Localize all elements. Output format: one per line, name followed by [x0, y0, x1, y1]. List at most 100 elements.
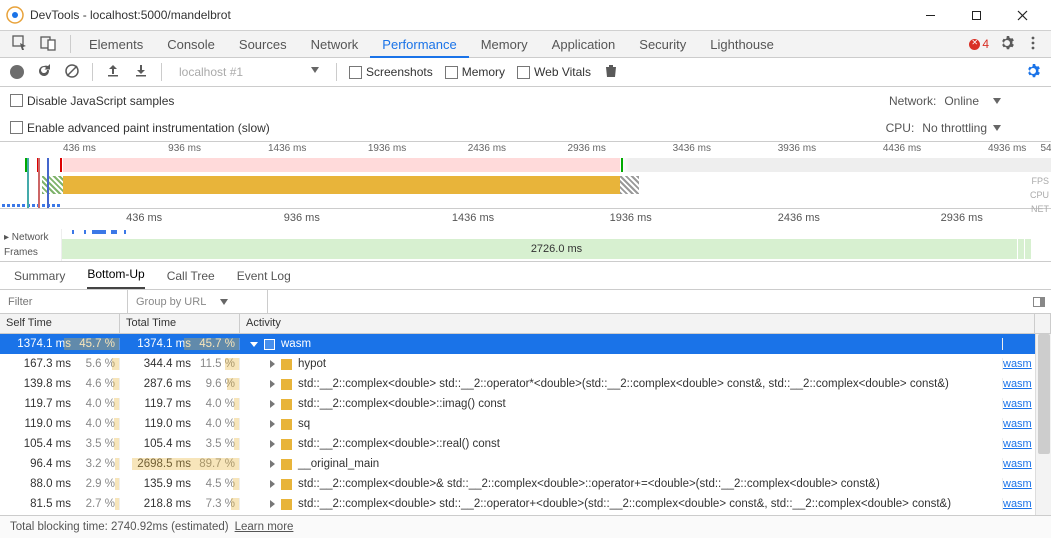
activity-icon [281, 419, 292, 430]
main-tabs: ElementsConsoleSourcesNetworkPerformance… [0, 31, 1051, 58]
disable-js-checkbox[interactable]: Disable JavaScript samples [10, 94, 174, 108]
settings-gear-icon[interactable] [999, 35, 1015, 54]
error-badge[interactable]: 4 [969, 37, 989, 51]
tab-network[interactable]: Network [299, 31, 371, 58]
capture-settings-icon[interactable] [1025, 63, 1041, 82]
network-dropdown[interactable]: Online [944, 94, 1001, 108]
tab-console[interactable]: Console [155, 31, 227, 58]
vertical-scrollbar[interactable] [1035, 334, 1051, 515]
status-footer: Total blocking time: 2740.92ms (estimate… [0, 516, 1051, 538]
subtab-event-log[interactable]: Event Log [237, 269, 291, 289]
disclosure-icon[interactable] [270, 400, 275, 408]
tab-security[interactable]: Security [627, 31, 698, 58]
tab-application[interactable]: Application [540, 31, 628, 58]
performance-toolbar: localhost #1 Screenshots Memory Web Vita… [0, 58, 1051, 87]
timeline-detail[interactable]: 436 ms936 ms1436 ms1936 ms2436 ms2936 ms… [0, 209, 1051, 262]
table-row[interactable]: 139.8 ms4.6 %287.6 ms9.6 %std::__2::comp… [0, 374, 1051, 394]
chevron-down-icon [220, 299, 228, 305]
tab-sources[interactable]: Sources [227, 31, 299, 58]
disclosure-icon[interactable] [250, 342, 258, 347]
table-row[interactable]: 1374.1 ms45.7 %1374.1 ms45.7 %wasm [0, 334, 1051, 354]
close-button[interactable] [999, 0, 1045, 30]
minimize-button[interactable] [907, 0, 953, 30]
activity-text: std::__2::complex<double>& std::__2::com… [298, 478, 880, 490]
table-row[interactable]: 167.3 ms5.6 %344.4 ms11.5 %hypotwasm [0, 354, 1051, 374]
subtab-bottom-up[interactable]: Bottom-Up [87, 267, 144, 289]
tab-lighthouse[interactable]: Lighthouse [698, 31, 786, 58]
maximize-button[interactable] [953, 0, 999, 30]
dock-icon [1033, 297, 1045, 307]
table-row[interactable]: 96.4 ms3.2 %2698.5 ms89.7 %__original_ma… [0, 454, 1051, 474]
filter-row: Group by URL [0, 290, 1051, 314]
cpu-label-side: CPU [1030, 188, 1049, 202]
activity-icon [281, 379, 292, 390]
network-label: Network: [889, 94, 936, 108]
timeline-overview[interactable]: 436 ms936 ms1436 ms1936 ms2436 ms2936 ms… [0, 142, 1051, 209]
tab-memory[interactable]: Memory [469, 31, 540, 58]
trash-button[interactable] [603, 63, 619, 82]
upload-button[interactable] [105, 63, 121, 82]
disclosure-icon[interactable] [270, 360, 275, 368]
table-row[interactable]: 81.5 ms2.7 %218.8 ms7.3 %std::__2::compl… [0, 494, 1051, 514]
reload-button[interactable] [36, 63, 52, 82]
bottom-up-table: Self Time Total Time Activity 1374.1 ms4… [0, 314, 1051, 516]
activity-text: wasm [281, 338, 311, 350]
window-title: DevTools - localhost:5000/mandelbrot [30, 8, 231, 22]
subtab-summary[interactable]: Summary [14, 269, 65, 289]
download-button[interactable] [133, 63, 149, 82]
disclosure-icon[interactable] [270, 500, 275, 508]
table-row[interactable]: 119.7 ms4.0 %119.7 ms4.0 %std::__2::comp… [0, 394, 1051, 414]
col-self-time[interactable]: Self Time [0, 314, 120, 333]
fps-label: FPS [1030, 174, 1049, 188]
activity-icon [281, 499, 292, 510]
disclosure-icon[interactable] [270, 380, 275, 388]
activity-text: std::__2::complex<double>::imag() const [298, 398, 506, 410]
tab-elements[interactable]: Elements [77, 31, 155, 58]
enable-paint-checkbox[interactable]: Enable advanced paint instrumentation (s… [10, 121, 270, 135]
disclosure-icon[interactable] [270, 440, 275, 448]
disclosure-icon[interactable] [270, 480, 275, 488]
disclosure-icon[interactable] [270, 460, 275, 468]
activity-text: hypot [298, 358, 326, 370]
screenshots-checkbox[interactable]: Screenshots [349, 65, 433, 79]
activity-icon [281, 459, 292, 470]
col-activity[interactable]: Activity [240, 314, 1035, 333]
activity-icon [281, 359, 292, 370]
group-by-dropdown[interactable]: Group by URL [128, 290, 268, 313]
chevron-down-icon [993, 125, 1001, 131]
profile-selector[interactable]: localhost #1 [174, 62, 324, 82]
table-row[interactable]: 88.0 ms2.9 %135.9 ms4.5 %std::__2::compl… [0, 474, 1051, 494]
activity-text: __original_main [298, 458, 379, 470]
clear-button[interactable] [64, 63, 80, 82]
heaviest-stack-toggle[interactable] [1027, 297, 1051, 307]
chevron-down-icon [993, 98, 1001, 104]
error-icon [969, 39, 980, 50]
table-row[interactable]: 119.0 ms4.0 %119.0 ms4.0 %sqwasm [0, 414, 1051, 434]
detail-sub-tabs: Summary Bottom-Up Call Tree Event Log [0, 262, 1051, 290]
kebab-menu-icon[interactable] [1025, 35, 1041, 54]
disclosure-icon[interactable] [270, 420, 275, 428]
learn-more-link[interactable]: Learn more [235, 521, 294, 533]
device-icon[interactable] [40, 35, 56, 54]
activity-icon [281, 399, 292, 410]
frames-row-label: Frames [4, 247, 57, 258]
activity-text: std::__2::complex<double>::real() const [298, 438, 500, 450]
memory-checkbox[interactable]: Memory [445, 65, 505, 79]
filter-input[interactable] [8, 296, 108, 308]
col-total-time[interactable]: Total Time [120, 314, 240, 333]
activity-icon [281, 479, 292, 490]
webvitals-checkbox[interactable]: Web Vitals [517, 65, 591, 79]
table-row[interactable]: 105.4 ms3.5 %105.4 ms3.5 %std::__2::comp… [0, 434, 1051, 454]
detail-ruler: 436 ms936 ms1436 ms1936 ms2436 ms2936 ms [0, 209, 1051, 229]
activity-text: std::__2::complex<double> std::__2::oper… [298, 378, 949, 390]
cpu-dropdown[interactable]: No throttling [922, 121, 1001, 135]
subtab-call-tree[interactable]: Call Tree [167, 269, 215, 289]
capture-settings-panel: Disable JavaScript samples Network: Onli… [0, 87, 1051, 142]
inspect-icon[interactable] [12, 35, 28, 54]
record-button[interactable] [10, 65, 24, 79]
overview-ruler: 436 ms936 ms1436 ms1936 ms2436 ms2936 ms… [0, 142, 1051, 158]
tab-performance[interactable]: Performance [370, 31, 468, 58]
error-count: 4 [982, 37, 989, 51]
network-row-label[interactable]: ▸ Network [4, 232, 57, 243]
long-frame[interactable]: 2726.0 ms [62, 239, 1051, 259]
